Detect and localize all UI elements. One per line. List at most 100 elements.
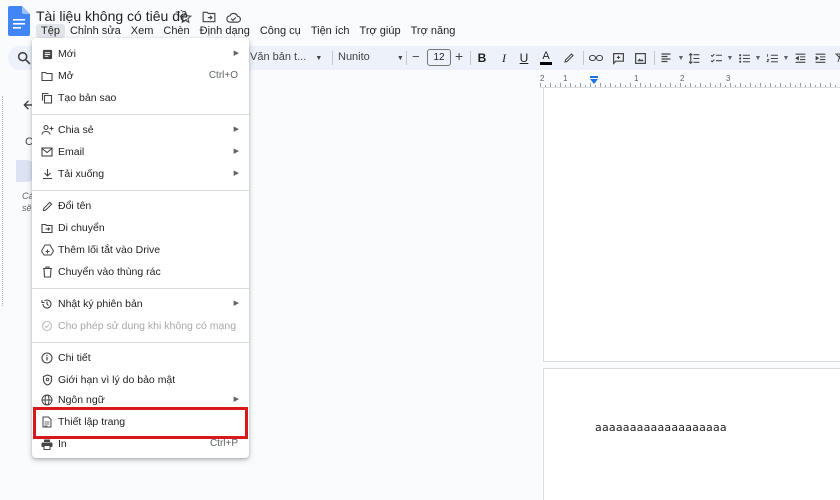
ruler-tick <box>690 83 691 87</box>
menu-item-version-history[interactable]: Nhật ký phiên bản ▶ <box>32 294 249 314</box>
document-page[interactable] <box>543 88 840 362</box>
info-icon <box>40 351 54 365</box>
submenu-arrow-icon: ▶ <box>233 396 239 403</box>
ruler-tick <box>555 85 556 87</box>
text-color-icon[interactable]: A <box>538 50 554 66</box>
document-body-text[interactable]: aaaaaaaaaaaaaaaaaaa <box>595 421 727 434</box>
ruler-tick <box>700 83 701 87</box>
bold-icon[interactable]: B <box>474 50 490 66</box>
ruler-label: 2 <box>540 74 545 83</box>
italic-icon[interactable]: I <box>496 50 512 66</box>
menu-extensions[interactable]: Tiện ích <box>306 24 355 38</box>
ruler-tick <box>810 83 811 87</box>
ruler-tick <box>790 83 791 87</box>
menu-divider <box>32 342 249 343</box>
ruler-label: 2 <box>680 74 685 83</box>
drive-shortcut-icon <box>40 243 54 257</box>
menu-item-download[interactable]: Tải xuống ▶ <box>32 164 249 184</box>
ruler-tick <box>765 85 766 87</box>
menu-divider <box>32 114 249 115</box>
ruler-tick <box>655 85 656 87</box>
ruler-tick <box>570 83 571 87</box>
menu-item-move[interactable]: Di chuyển <box>32 218 249 238</box>
indent-marker-icon[interactable] <box>590 76 598 84</box>
ruler-tick <box>705 85 706 87</box>
ruler-tick <box>770 83 771 87</box>
insert-image-icon[interactable] <box>632 50 648 66</box>
document-page[interactable]: aaaaaaaaaaaaaaaaaaa <box>543 368 840 500</box>
menubar: Tệp Chỉnh sửa Xem Chèn Định dạng Công cụ… <box>36 24 460 38</box>
ruler-label: 3 <box>726 74 731 83</box>
menu-format[interactable]: Định dạng <box>195 24 255 38</box>
menu-tools[interactable]: Công cụ <box>255 24 306 38</box>
paragraph-style-select[interactable]: Văn bản t... ▼ <box>250 51 322 63</box>
download-icon <box>40 167 54 181</box>
document-icon <box>40 47 54 61</box>
menu-item-make-copy[interactable]: Tạo bản sao <box>32 88 249 108</box>
ruler-tick <box>800 83 801 87</box>
ruler-tick <box>605 85 606 87</box>
chevron-down-icon: ▼ <box>396 55 404 62</box>
font-family-select[interactable]: Nunito ▼ <box>338 51 404 63</box>
menu-item-add-shortcut-to-drive[interactable]: Thêm lối tắt vào Drive <box>32 240 249 260</box>
increase-font-size-button[interactable]: + <box>455 48 463 64</box>
menu-view[interactable]: Xem <box>126 24 159 38</box>
menu-help[interactable]: Trợ giúp <box>355 24 406 38</box>
decrease-font-size-button[interactable]: − <box>412 49 420 64</box>
search-menus-icon[interactable] <box>16 50 32 66</box>
menu-item-move-to-trash[interactable]: Chuyển vào thùng rác <box>32 262 249 282</box>
ruler-tick <box>725 85 726 87</box>
ruler-tick <box>710 83 711 87</box>
folder-icon <box>40 69 54 83</box>
underline-icon[interactable]: U <box>516 50 532 66</box>
add-comment-icon[interactable] <box>610 50 626 66</box>
menu-item-email[interactable]: Email ▶ <box>32 142 249 162</box>
ruler-tick <box>620 83 621 87</box>
ruler-tick <box>640 83 641 87</box>
menu-divider <box>32 288 249 289</box>
move-folder-icon[interactable] <box>201 9 217 25</box>
ruler-tick <box>745 85 746 87</box>
menu-item-details[interactable]: Chi tiết <box>32 348 249 368</box>
increase-indent-icon[interactable] <box>812 50 828 66</box>
ruler-tick <box>670 83 671 87</box>
ruler-tick <box>785 85 786 87</box>
horizontal-ruler[interactable]: 2 1 1 2 3 <box>540 72 840 88</box>
ruler-tick <box>635 85 636 87</box>
ruler-tick <box>835 85 836 87</box>
toolbar-divider <box>406 51 407 65</box>
menu-edit[interactable]: Chỉnh sửa <box>65 24 126 38</box>
link-icon[interactable] <box>588 50 604 66</box>
ruler-tick <box>675 85 676 87</box>
decrease-indent-icon[interactable] <box>792 50 808 66</box>
ruler-tick <box>715 85 716 87</box>
ruler-tick <box>630 83 631 87</box>
ruler-tick <box>695 85 696 87</box>
ruler-tick <box>625 85 626 87</box>
align-left-icon[interactable] <box>658 50 674 66</box>
ruler-tick <box>750 83 751 87</box>
ruler-label: 1 <box>634 74 639 83</box>
menu-accessibility[interactable]: Trợ năng <box>406 24 461 38</box>
line-spacing-icon[interactable] <box>686 50 702 66</box>
google-docs-logo-icon[interactable] <box>8 6 30 36</box>
menu-item-new[interactable]: Mới ▶ <box>32 44 249 64</box>
menu-item-open[interactable]: Mở Ctrl+O <box>32 66 249 86</box>
ruler-tick <box>755 85 756 87</box>
ruler-tick <box>615 85 616 87</box>
menu-item-rename[interactable]: Đổi tên <box>32 196 249 216</box>
menu-insert[interactable]: Chèn <box>158 24 194 38</box>
highlight-pen-icon[interactable] <box>561 50 577 66</box>
menu-file[interactable]: Tệp <box>36 24 65 38</box>
cloud-saved-icon[interactable] <box>225 9 241 25</box>
font-size-input[interactable]: 12 <box>427 49 451 66</box>
star-icon[interactable] <box>177 9 193 25</box>
clear-formatting-icon[interactable] <box>832 50 840 66</box>
ruler-tick <box>685 85 686 87</box>
menu-item-security-limitations[interactable]: Giới hạn vì lý do bảo mật <box>32 370 249 390</box>
document-title[interactable]: Tài liệu không có tiêu đề <box>36 8 188 24</box>
ruler-tick <box>760 83 761 87</box>
chevron-down-icon: ▼ <box>315 55 323 62</box>
menu-item-share[interactable]: Chia sẻ ▶ <box>32 120 249 140</box>
ruler-label: 1 <box>563 74 568 83</box>
